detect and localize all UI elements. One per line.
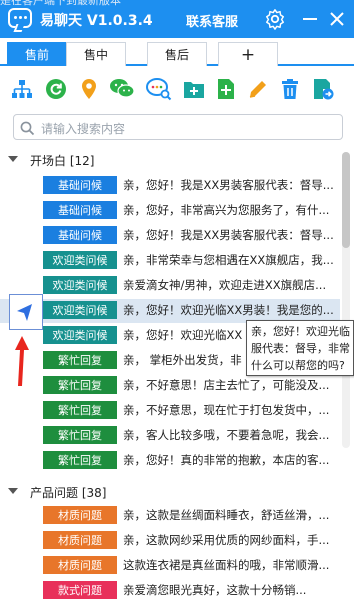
list-item[interactable]: 繁忙回复 亲，不好意思，现在忙于打包发货中，...: [0, 399, 340, 423]
list-item[interactable]: 繁忙回复 亲，客人比较多哦，不要着急呢，我会...: [0, 424, 340, 448]
org-chart-icon[interactable]: [10, 77, 34, 101]
close-button[interactable]: [325, 7, 349, 31]
list-item[interactable]: 繁忙回复 亲，您好！真的非常的抱歉，本店的客...: [0, 449, 340, 473]
reply-text: 这款连衣裙是真丝面料的哦，非常顺滑...: [123, 558, 330, 572]
cursor-highlight: [9, 294, 43, 330]
section-header-product[interactable]: 产品问题 [38]: [0, 480, 340, 504]
title-bar: 是在客户端下到最新版本 易聊天 V1.0.3.4 联系客服: [0, 0, 354, 38]
app-window: 是在客户端下到最新版本 易聊天 V1.0.3.4 联系客服 售前 售中 售后 +: [0, 0, 354, 606]
reply-text: 亲，您好，非常高兴为您服务了，有什...: [123, 203, 330, 217]
reply-text: 亲，您好！真的非常的抱歉，本店的客...: [123, 453, 330, 467]
add-file-icon[interactable]: [214, 77, 238, 101]
tooltip-line: 亲，您好！欢迎光临: [251, 325, 350, 338]
reply-text: 亲，不好意思，现在忙于打包发货中，...: [123, 403, 330, 417]
add-folder-icon[interactable]: [182, 77, 206, 101]
list-item[interactable]: 繁忙回复 亲，不好意思！店主去忙了，可能没及...: [0, 374, 340, 398]
expand-triangle-icon: [8, 156, 18, 162]
edit-icon[interactable]: [246, 77, 270, 101]
tab-in-sale[interactable]: 售中: [66, 42, 126, 66]
section-title: 产品问题 [38]: [30, 486, 107, 500]
section-title: 开场白 [12]: [30, 154, 95, 168]
section-header-opening[interactable]: 开场白 [12]: [0, 148, 340, 172]
category-tag: 材质问题: [43, 506, 117, 524]
reply-text: 亲，您好！欢迎光临XX男装！我是您的...: [123, 303, 334, 317]
reply-text: 亲爱滴您眼光真好，这款十分畅销...: [123, 583, 307, 597]
tooltip-line: 什么可以帮您的吗?: [251, 359, 345, 372]
background-window-text: 是在客户端下到最新版本: [0, 0, 121, 7]
contact-service-button[interactable]: 联系客服: [186, 11, 238, 30]
tab-aftersale[interactable]: 售后: [147, 42, 207, 66]
chat-logo-icon: [8, 8, 32, 28]
search-input[interactable]: 请输入搜索内容: [41, 120, 125, 137]
add-tab-button[interactable]: +: [218, 42, 278, 66]
close-icon: [330, 12, 344, 26]
category-tag: 基础问候: [43, 176, 117, 194]
reply-text: 亲，您好！我是XX男装客服代表：督导...: [123, 228, 334, 242]
tooltip-preview: 亲，您好！欢迎光临 服代表：督导，非常 什么可以帮您的吗?: [246, 320, 354, 376]
list-item[interactable]: 基础问候 亲，您好！我是XX男装客服代表：督导...: [0, 174, 340, 198]
mouse-pointer-icon: [17, 304, 32, 321]
list-item[interactable]: 欢迎类问候 亲爱滴女神/男神，欢迎走进XX旗舰店...: [0, 274, 340, 298]
reply-text: 亲，非常荣幸与您相遇在XX旗舰店，我...: [123, 253, 334, 267]
category-tag: 材质问题: [43, 531, 117, 549]
reply-text: 亲爱滴女神/男神，欢迎走进XX旗舰店...: [123, 278, 327, 292]
minimize-button[interactable]: [298, 7, 322, 31]
list-item[interactable]: 基础问候 亲，您好，非常高兴为您服务了，有什...: [0, 199, 340, 223]
category-tag: 基础问候: [43, 226, 117, 244]
location-pin-icon[interactable]: [77, 77, 101, 101]
list-item[interactable]: 材质问题 亲，这款网纱采用优质的网纱面料，手...: [0, 529, 340, 553]
toolbar: [0, 68, 354, 110]
expand-triangle-icon: [8, 488, 18, 494]
scrollbar-thumb[interactable]: [342, 152, 350, 248]
category-tag: 欢迎类问候: [43, 276, 117, 294]
reply-text: 亲，这款网纱采用优质的网纱面料，手...: [123, 533, 330, 547]
red-arrow-icon: [15, 336, 29, 386]
category-tag: 欢迎类问候: [43, 326, 117, 344]
category-tag: 繁忙回复: [43, 401, 117, 419]
reply-text: 亲，这款是丝绸面料睡衣，舒适丝滑，...: [123, 508, 330, 522]
reply-text: 亲，您好！我是XX男装客服代表：督导...: [123, 178, 334, 192]
list-item[interactable]: 基础问候 亲，您好！我是XX男装客服代表：督导...: [0, 224, 340, 248]
reply-text: 亲，不好意思！店主去忙了，可能没及...: [123, 378, 330, 392]
wechat-icon[interactable]: [108, 77, 136, 101]
minimize-icon: [303, 18, 317, 20]
category-tag: 繁忙回复: [43, 451, 117, 469]
export-icon[interactable]: [311, 77, 335, 101]
delete-icon[interactable]: [278, 77, 302, 101]
reply-list: 开场白 [12] 基础问候 亲，您好！我是XX男装客服代表：督导... 基础问候 亲，…: [0, 146, 354, 606]
category-tag: 繁忙回复: [43, 426, 117, 444]
app-title: 易聊天 V1.0.3.4: [40, 13, 153, 29]
refresh-icon[interactable]: [44, 77, 68, 101]
search-box[interactable]: 请输入搜索内容: [13, 114, 343, 140]
gear-icon[interactable]: [263, 7, 287, 31]
list-item[interactable]: 款式问题 亲爱滴您眼光真好，这款十分畅销...: [0, 579, 340, 603]
list-item[interactable]: 欢迎类问候 亲，非常荣幸与您相遇在XX旗舰店，我...: [0, 249, 340, 273]
list-item[interactable]: 材质问题 这款连衣裙是真丝面料的哦，非常顺滑...: [0, 554, 340, 578]
tooltip-line: 服代表：督导，非常: [251, 342, 350, 355]
reply-text: 亲，客人比较多哦，不要着急呢，我会...: [123, 428, 330, 442]
category-tag: 欢迎类问候: [43, 301, 117, 319]
category-tag: 繁忙回复: [43, 351, 117, 369]
search-icon: [20, 121, 35, 136]
tab-presale[interactable]: 售前: [7, 42, 67, 66]
category-tag: 繁忙回复: [43, 376, 117, 394]
chat-search-icon[interactable]: [146, 77, 172, 101]
category-tag: 基础问候: [43, 201, 117, 219]
list-item[interactable]: 材质问题 亲，这款是丝绸面料睡衣，舒适丝滑，...: [0, 504, 340, 528]
category-tag: 欢迎类问候: [43, 251, 117, 269]
category-tabs: 售前 售中 售后 +: [0, 38, 354, 66]
category-tag: 材质问题: [43, 556, 117, 574]
category-tag: 款式问题: [43, 581, 117, 599]
